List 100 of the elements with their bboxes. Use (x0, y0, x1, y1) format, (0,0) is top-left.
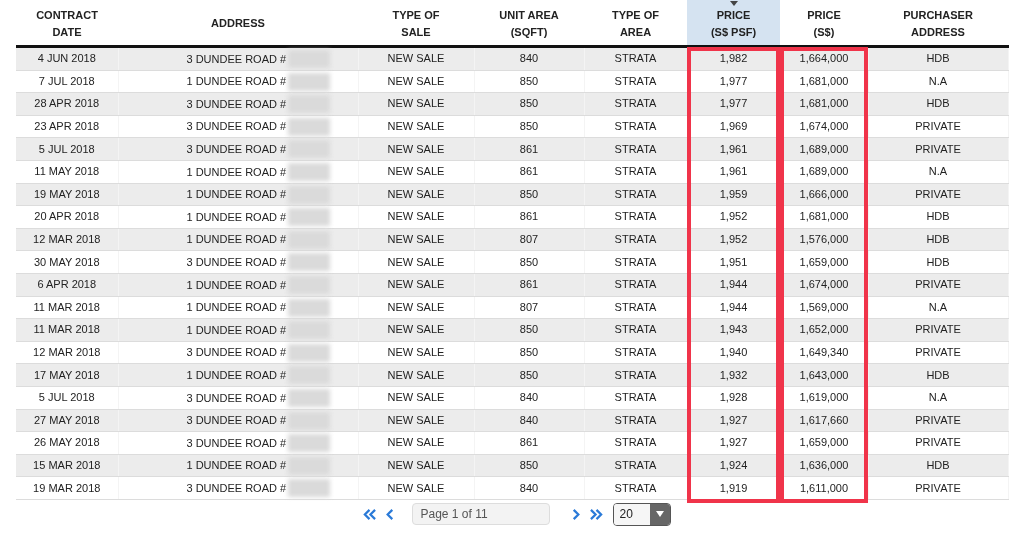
table-cell: HDB (868, 363, 1008, 387)
table-cell: 12 MAR 2018 (16, 228, 118, 251)
table-cell: STRATA (584, 476, 687, 500)
table-cell: 850 (474, 115, 584, 138)
table-cell: 17 MAY 2018 (16, 363, 118, 387)
table-cell: PRIVATE (868, 115, 1008, 138)
table-cell-text: 1 DUNDEE ROAD # (186, 277, 287, 293)
table-cell: HDB (868, 205, 1008, 229)
table-cell-text: 3 DUNDEE ROAD # (186, 413, 287, 429)
table-cell: 850 (474, 183, 584, 206)
table-cell: N.A (868, 386, 1008, 409)
table-cell-text: 3 DUNDEE ROAD # (186, 51, 287, 67)
table-cell: N.A (868, 296, 1008, 319)
table-cell: 850 (474, 454, 584, 477)
table-cell-text: 3 DUNDEE ROAD # (186, 96, 287, 112)
page-field[interactable]: Page 1 of 11 (411, 503, 550, 526)
table-cell: 23 APR 2018 (16, 115, 118, 138)
table-cell: STRATA (584, 115, 687, 138)
table-cell: PRIVATE (868, 431, 1008, 455)
table-cell: PRIVATE (868, 476, 1008, 500)
table-cell-text: 1 DUNDEE ROAD # (186, 232, 287, 248)
table-cell: NEW SALE (358, 476, 474, 500)
table-cell: NEW SALE (358, 46, 474, 71)
table-cell: 850 (474, 250, 584, 274)
table-cell: NEW SALE (358, 183, 474, 206)
table-cell: NEW SALE (358, 115, 474, 138)
table-cell: 5 JUL 2018 (16, 137, 118, 161)
table-cell-text: 3 DUNDEE ROAD # (186, 345, 287, 361)
table-cell: 861 (474, 160, 584, 184)
page-size-dropdown[interactable]: 20 (612, 502, 671, 526)
table-cell: PRIVATE (868, 273, 1008, 297)
table-cell: 6 APR 2018 (16, 273, 118, 297)
table-cell: NEW SALE (358, 160, 474, 184)
table-cell: 26 MAY 2018 (16, 431, 118, 455)
table-cell: NEW SALE (358, 409, 474, 432)
table-cell: 27 MAY 2018 (16, 409, 118, 432)
table-cell: STRATA (584, 341, 687, 364)
table-cell: 850 (474, 341, 584, 364)
table-cell-text: 1 DUNDEE ROAD # (186, 300, 287, 316)
table-cell-text: 3 DUNDEE ROAD # (186, 141, 287, 157)
table-cell: 19 MAY 2018 (16, 183, 118, 206)
table-cell: HDB (868, 250, 1008, 274)
table-cell-text: 3 DUNDEE ROAD # (186, 480, 287, 496)
table-cell-text: 1 DUNDEE ROAD # (186, 209, 287, 225)
table-cell: STRATA (584, 70, 687, 93)
column-header[interactable]: PRICE (S$) (780, 0, 868, 47)
table-cell-text: 1 DUNDEE ROAD # (186, 187, 287, 203)
table-cell: STRATA (584, 296, 687, 319)
first-page-icon[interactable] (361, 507, 377, 521)
table-cell: 19 MAR 2018 (16, 476, 118, 500)
table-cell: PRIVATE (868, 318, 1008, 342)
table-cell: 15 MAR 2018 (16, 454, 118, 477)
table-cell: 28 APR 2018 (16, 92, 118, 116)
table-cell: HDB (868, 228, 1008, 251)
table-cell: 861 (474, 431, 584, 455)
table-cell: NEW SALE (358, 296, 474, 319)
table-cell: NEW SALE (358, 386, 474, 409)
table-cell: N.A (868, 160, 1008, 184)
last-page-icon[interactable] (588, 507, 604, 521)
table-cell: 861 (474, 205, 584, 229)
table-cell: 11 MAR 2018 (16, 318, 118, 342)
table-cell-text: 1 DUNDEE ROAD # (186, 164, 287, 180)
table-cell: PRIVATE (868, 409, 1008, 432)
sort-caret-icon (729, 1, 738, 6)
column-header[interactable]: PRICE (S$ PSF) (687, 0, 780, 47)
table-cell: 840 (474, 46, 584, 71)
dropdown-arrow-icon (655, 511, 664, 518)
table-cell: 11 MAY 2018 (16, 160, 118, 184)
table-cell: PRIVATE (868, 183, 1008, 206)
table-cell: STRATA (584, 46, 687, 71)
table-cell-text: 1 DUNDEE ROAD # (186, 367, 287, 383)
table-cell: NEW SALE (358, 454, 474, 477)
table-cell-text: 3 DUNDEE ROAD # (186, 435, 287, 451)
table-cell: 807 (474, 296, 584, 319)
table-cell: NEW SALE (358, 228, 474, 251)
table-cell: NEW SALE (358, 341, 474, 364)
table-cell: 12 MAR 2018 (16, 341, 118, 364)
table-cell-text: 1 DUNDEE ROAD # (186, 74, 287, 90)
table-cell-text: 3 DUNDEE ROAD # (186, 254, 287, 270)
table-cell: 850 (474, 70, 584, 93)
table-cell: NEW SALE (358, 205, 474, 229)
table-cell-text: 1 DUNDEE ROAD # (186, 322, 287, 338)
table-cell: NEW SALE (358, 70, 474, 93)
table-cell: 11 MAR 2018 (16, 296, 118, 319)
table-cell: PRIVATE (868, 341, 1008, 364)
table-cell-text: 3 DUNDEE ROAD # (186, 390, 287, 406)
table-cell: 20 APR 2018 (16, 205, 118, 229)
table-cell: STRATA (584, 250, 687, 274)
table-cell: HDB (868, 454, 1008, 477)
table-cell: HDB (868, 46, 1008, 71)
table-cell: N.A (868, 70, 1008, 93)
table-cell: NEW SALE (358, 250, 474, 274)
table-cell: NEW SALE (358, 431, 474, 455)
table-cell: PRIVATE (868, 137, 1008, 161)
table-cell-text: 3 DUNDEE ROAD # (186, 119, 287, 135)
table-cell: 4 JUN 2018 (16, 46, 118, 71)
table-cell: 5 JUL 2018 (16, 386, 118, 409)
table-cell: STRATA (584, 160, 687, 184)
table-cell: 840 (474, 476, 584, 500)
table-cell: 840 (474, 409, 584, 432)
